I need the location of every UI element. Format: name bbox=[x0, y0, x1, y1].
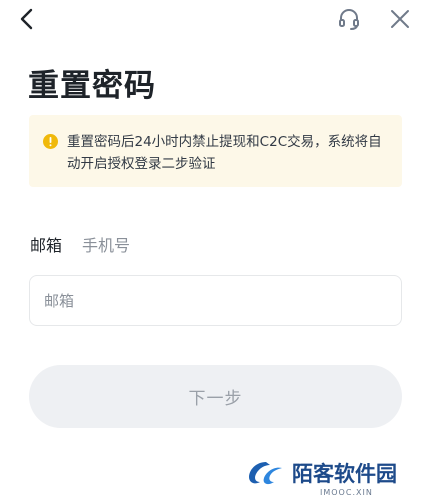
top-bar bbox=[0, 0, 430, 40]
notice-text: 重置密码后24小时内禁止提现和C2C交易，系统将自动开启授权登录二步验证 bbox=[67, 134, 382, 172]
tab-phone[interactable]: 手机号 bbox=[82, 232, 130, 256]
next-step-button[interactable]: 下一步 bbox=[29, 365, 402, 428]
chevron-left-icon[interactable] bbox=[14, 6, 40, 32]
watermark: 陌客软件园 IMOOC.XIN bbox=[246, 452, 430, 500]
page-title: 重置密码 bbox=[28, 68, 156, 104]
watermark-domain: IMOOC.XIN bbox=[320, 488, 373, 497]
site-logo-icon bbox=[249, 462, 282, 485]
close-icon[interactable] bbox=[387, 6, 413, 32]
warning-icon bbox=[43, 134, 58, 149]
headset-icon[interactable] bbox=[336, 6, 362, 32]
email-field[interactable] bbox=[29, 275, 402, 326]
warning-notice: 重置密码后24小时内禁止提现和C2C交易，系统将自动开启授权登录二步验证 bbox=[29, 115, 402, 187]
watermark-name: 陌客软件园 bbox=[292, 462, 397, 486]
tab-email[interactable]: 邮箱 bbox=[30, 232, 62, 256]
